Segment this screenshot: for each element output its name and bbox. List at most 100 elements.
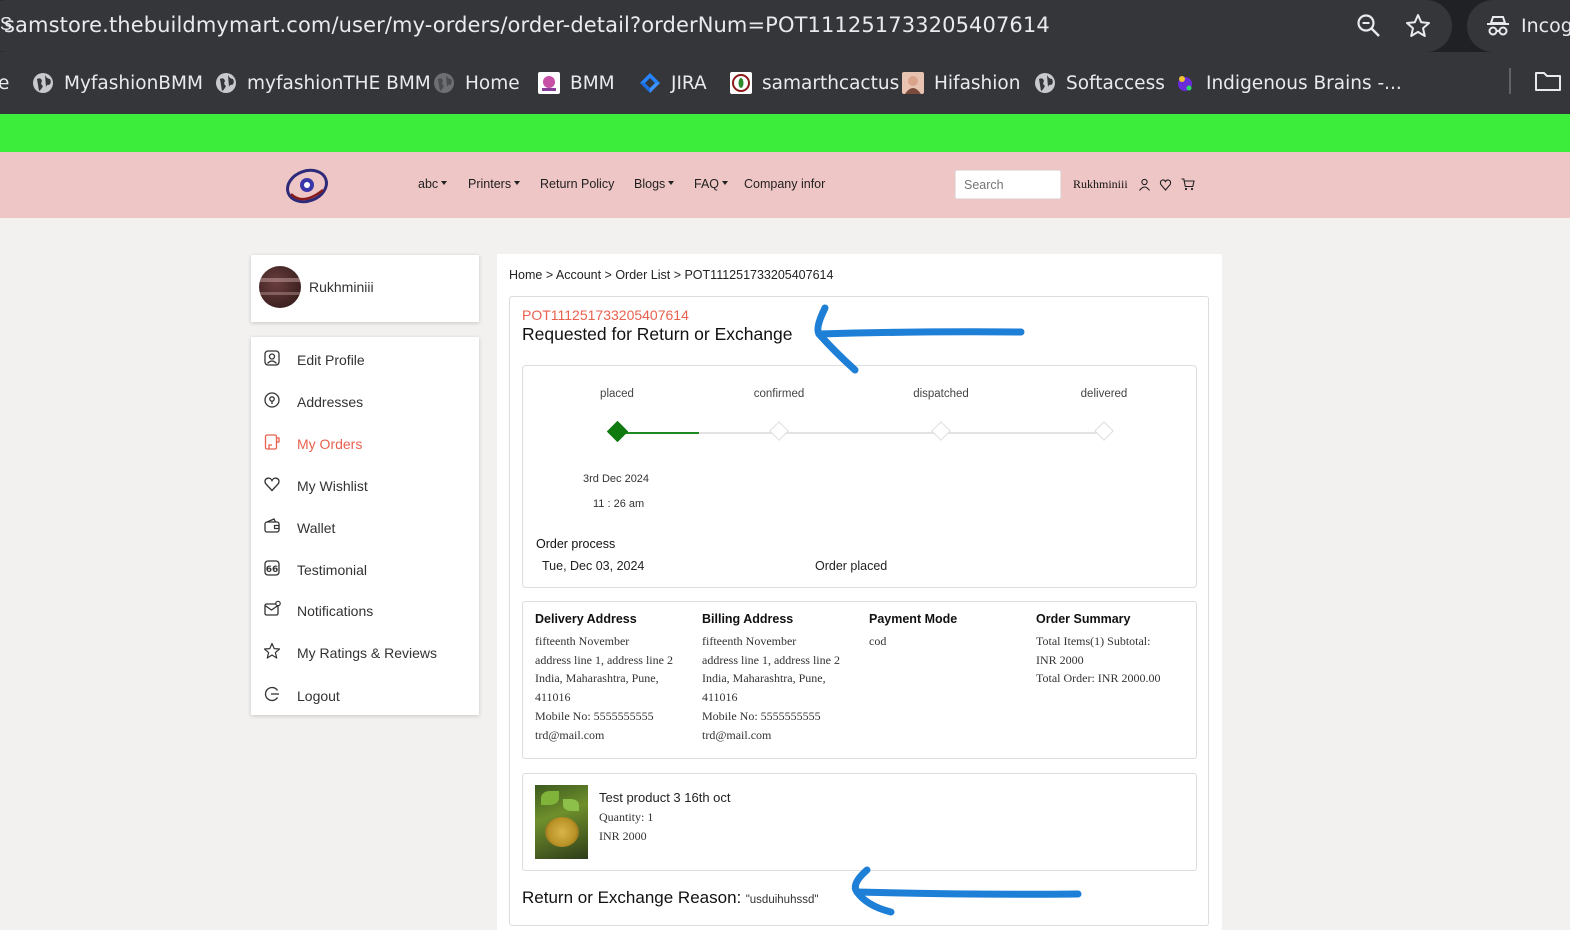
menu-wallet[interactable]: Wallet [251, 508, 479, 544]
profile-name: Rukhminiii [309, 279, 374, 295]
caret-down-icon [514, 180, 521, 185]
user-icon[interactable] [1138, 178, 1151, 191]
menu-testimonial[interactable]: 66 Testimonial [251, 550, 479, 586]
caret-down-icon [722, 180, 729, 185]
logout-icon [264, 686, 279, 702]
nav-company-info[interactable]: Company infor [744, 177, 825, 191]
bmm-icon [538, 72, 560, 94]
bookmark-partial[interactable]: e [0, 68, 9, 98]
bookmark-star-icon[interactable] [1404, 12, 1432, 40]
account-menu: Edit Profile Addresses My Orders My Wish… [251, 337, 479, 715]
step-label-dispatched: dispatched [913, 388, 969, 400]
quote-icon: 66 [264, 560, 280, 576]
product-image[interactable] [535, 785, 588, 859]
profile-card: Rukhminiii [251, 255, 479, 322]
breadcrumb-home[interactable]: Home [509, 268, 542, 282]
address-bar-url[interactable]: samstore.thebuildmymart.com/user/my-orde… [4, 13, 1050, 37]
cart-icon[interactable] [1181, 178, 1195, 191]
payment-mode: Payment Mode cod [869, 612, 958, 648]
product-quantity: Quantity: 1 [599, 810, 654, 824]
address-bar[interactable]: samstore.thebuildmymart.com/user/my-orde… [0, 0, 1452, 52]
order-status-title: Requested for Return or Exchange [522, 324, 793, 344]
incognito-icon [1487, 16, 1509, 36]
bookmark-jira[interactable]: JIRA [639, 68, 707, 98]
jira-icon [640, 73, 660, 93]
step-marker-confirmed [769, 421, 789, 441]
nav-blogs[interactable]: Blogs [634, 177, 675, 191]
menu-ratings-reviews[interactable]: My Ratings & Reviews [251, 633, 479, 669]
menu-addresses[interactable]: Addresses [251, 382, 479, 418]
caret-down-icon [441, 180, 448, 185]
bookmarks-separator [1509, 68, 1511, 94]
breadcrumb-account[interactable]: Account [556, 268, 601, 282]
menu-logout[interactable]: Logout [251, 676, 479, 712]
progress-line-done [617, 432, 699, 434]
avatar-icon [902, 72, 924, 94]
bookmarks-bar: e MyfashionBMM myfashionTHE BMM Home BMM… [0, 52, 1570, 114]
nav-printers[interactable]: Printers [468, 177, 521, 191]
return-reason: Return or Exchange Reason: "usduihuhssd" [522, 888, 818, 908]
step-marker-delivered [1094, 421, 1114, 441]
brain-icon [1174, 72, 1196, 94]
bookmark-softaccess[interactable]: Softaccess [1034, 68, 1165, 98]
breadcrumb-current: POT111251733205407614 [684, 268, 834, 282]
orders-icon [264, 434, 280, 450]
order-tracker: placed confirmed dispatched delivered 3r… [522, 365, 1197, 588]
step-date: 3rd Dec 2024 [583, 473, 650, 485]
incognito-badge[interactable]: Incogn [1467, 0, 1570, 52]
delivery-address: Delivery Address fifteenth November addr… [535, 612, 673, 742]
menu-notifications[interactable]: Notifications [251, 591, 479, 627]
bookmark-bmm[interactable]: BMM [538, 68, 615, 98]
folder-icon[interactable] [1534, 70, 1562, 92]
brand-logo[interactable] [283, 164, 331, 206]
return-reason-label: Return or Exchange Reason: [522, 888, 742, 907]
header-username[interactable]: Rukhminiii [1073, 177, 1128, 192]
globe-icon [216, 73, 236, 93]
step-label-delivered: delivered [1080, 388, 1128, 400]
search-input[interactable] [955, 170, 1061, 199]
menu-my-wishlist[interactable]: My Wishlist [251, 466, 479, 502]
order-info: Delivery Address fifteenth November addr… [522, 601, 1197, 759]
breadcrumb-order-list[interactable]: Order List [615, 268, 670, 282]
bookmark-samarthcactus[interactable]: samarthcactus [730, 68, 899, 98]
return-reason-value: "usduihuhssd" [745, 894, 819, 906]
announcement-banner [0, 114, 1570, 152]
nav-faq[interactable]: FAQ [694, 177, 729, 191]
order-process-status: Order placed [815, 559, 888, 573]
browser-toolbar: samstore.thebuildmymart.com/user/my-orde… [0, 0, 1570, 52]
step-label-confirmed: confirmed [753, 388, 805, 400]
cactus-icon [730, 72, 752, 94]
product-name[interactable]: Test product 3 16th oct [599, 790, 731, 805]
svg-text:66: 66 [266, 565, 279, 575]
step-marker-dispatched [931, 421, 951, 441]
step-label-placed: placed [600, 388, 634, 400]
product-price: INR 2000 [599, 829, 647, 843]
product-item: Test product 3 16th oct Quantity: 1 INR … [522, 773, 1197, 871]
step-marker-placed [606, 420, 629, 443]
location-pin-icon [264, 392, 280, 408]
avatar[interactable] [259, 266, 301, 308]
order-number: POT111251733205407614 [522, 307, 689, 323]
nav-return-policy[interactable]: Return Policy [540, 177, 614, 191]
wallet-icon [264, 518, 280, 533]
step-time: 11 : 26 am [593, 498, 645, 510]
profile-icon [264, 350, 280, 366]
bookmark-home[interactable]: Home [433, 68, 520, 98]
bookmark-indigenous-brains[interactable]: Indigenous Brains -... [1174, 68, 1402, 98]
menu-my-orders[interactable]: My Orders [251, 424, 479, 460]
bookmark-hifashion[interactable]: Hifashion [902, 68, 1020, 98]
order-card: POT111251733205407614 Requested for Retu… [509, 296, 1209, 926]
order-process-date: Tue, Dec 03, 2024 [542, 559, 645, 573]
billing-address: Billing Address fifteenth November addre… [702, 612, 840, 742]
bookmark-myfashionbmm[interactable]: MyfashionBMM [32, 68, 203, 98]
nav-abc[interactable]: abc [418, 177, 448, 191]
mail-notification-icon [264, 600, 281, 616]
wishlist-heart-icon[interactable] [1159, 178, 1172, 191]
order-process-title: Order process [536, 537, 616, 551]
bookmark-myfashionthebmm[interactable]: myfashionTHE BMM [215, 68, 431, 98]
annotation-arrow-status [814, 304, 1025, 374]
star-icon [263, 642, 281, 659]
zoom-icon[interactable] [1356, 13, 1382, 39]
menu-edit-profile[interactable]: Edit Profile [251, 340, 479, 376]
site-info-icon-edge[interactable]: S [0, 14, 12, 38]
